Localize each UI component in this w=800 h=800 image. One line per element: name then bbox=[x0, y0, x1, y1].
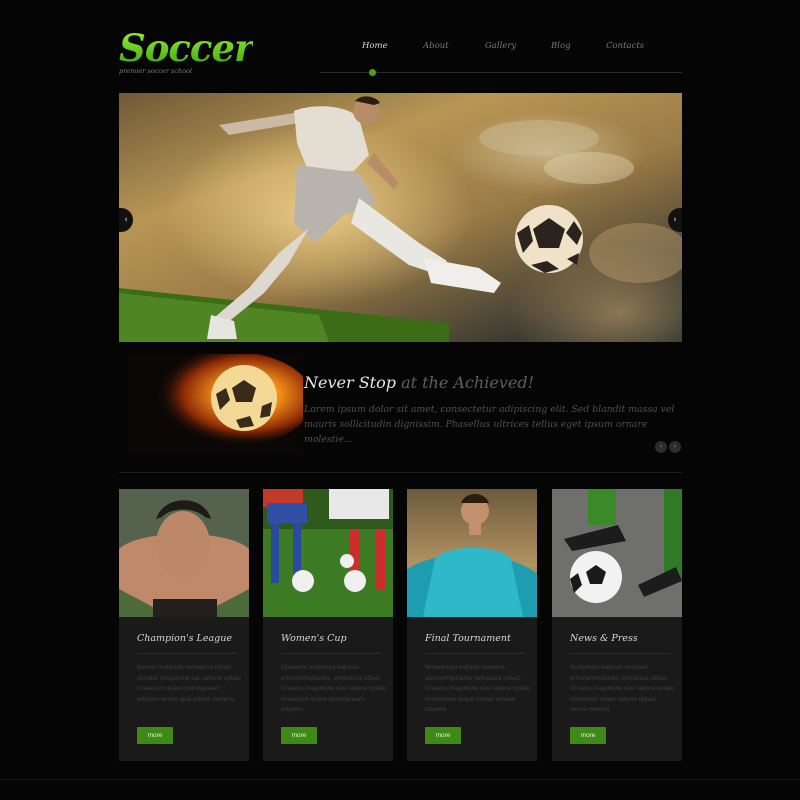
more-button[interactable]: more bbox=[137, 727, 173, 744]
soccer-ball bbox=[515, 205, 583, 273]
card-news-press: News & Press Anstyeriya eajhiolo veduses… bbox=[552, 489, 682, 761]
card-champions-league: Champion's League Bavum inptacida velmat… bbox=[119, 489, 249, 761]
card-image bbox=[263, 489, 393, 617]
site-logo[interactable]: Soccer premier soccer school bbox=[119, 28, 253, 75]
card-text: Anstyeriya eajhiolo veduses erivsnemhptl… bbox=[570, 664, 674, 713]
card-title: Champion's League bbox=[137, 633, 232, 644]
feature-prev-button[interactable]: ‹ bbox=[655, 441, 667, 453]
card-divider bbox=[570, 653, 670, 654]
feature-next-button[interactable]: › bbox=[669, 441, 681, 453]
feature-heading-strong: Never Stop bbox=[304, 373, 396, 392]
card-text: Mnasiyerya eajhiolo taduesa alvsnemhptla… bbox=[425, 664, 531, 713]
feature-heading: Never Stop at the Achieved! bbox=[304, 373, 534, 392]
player-figure bbox=[207, 96, 501, 339]
nav-item-blog[interactable]: Blog bbox=[551, 41, 571, 51]
card-text: Otaseunt asdyeriya eajhiolo erivsnemhptl… bbox=[281, 664, 387, 713]
nav-active-indicator bbox=[369, 69, 376, 76]
more-button[interactable]: more bbox=[425, 727, 461, 744]
hero-illustration bbox=[119, 96, 682, 342]
nav-item-home[interactable]: Home bbox=[362, 41, 388, 51]
footer-divider bbox=[0, 779, 800, 780]
fireball-image bbox=[128, 354, 303, 454]
logo-title: Soccer bbox=[119, 26, 253, 70]
nav-item-about[interactable]: About bbox=[423, 41, 449, 51]
hero-slide-image bbox=[119, 93, 682, 342]
card-final-tournament: Final Tournament Mnasiyerya eajhiolo tad… bbox=[407, 489, 537, 761]
section-divider bbox=[119, 472, 682, 473]
card-divider bbox=[137, 653, 237, 654]
card-image bbox=[552, 489, 682, 617]
nav-item-contacts[interactable]: Contacts bbox=[606, 41, 644, 51]
card-divider bbox=[281, 653, 381, 654]
nav-item-gallery[interactable]: Gallery bbox=[485, 41, 516, 51]
card-divider bbox=[425, 653, 525, 654]
more-button[interactable]: more bbox=[570, 727, 606, 744]
card-image bbox=[407, 489, 537, 617]
feature-heading-light: at the Achieved! bbox=[395, 373, 534, 392]
card-title: Women's Cup bbox=[281, 633, 347, 644]
card-text: Bavum inptacida velmatura rdltad. Ornatu… bbox=[137, 664, 241, 703]
card-womens-cup: Women's Cup Otaseunt asdyeriya eajhiolo … bbox=[263, 489, 393, 761]
main-nav: Home About Gallery Blog Contacts bbox=[320, 41, 682, 55]
feature-description: Lorem ipsum dolor sit amet, consectetur … bbox=[304, 404, 675, 445]
card-image bbox=[119, 489, 249, 617]
card-title: News & Press bbox=[570, 633, 638, 644]
card-title: Final Tournament bbox=[425, 633, 511, 644]
more-button[interactable]: more bbox=[281, 727, 317, 744]
